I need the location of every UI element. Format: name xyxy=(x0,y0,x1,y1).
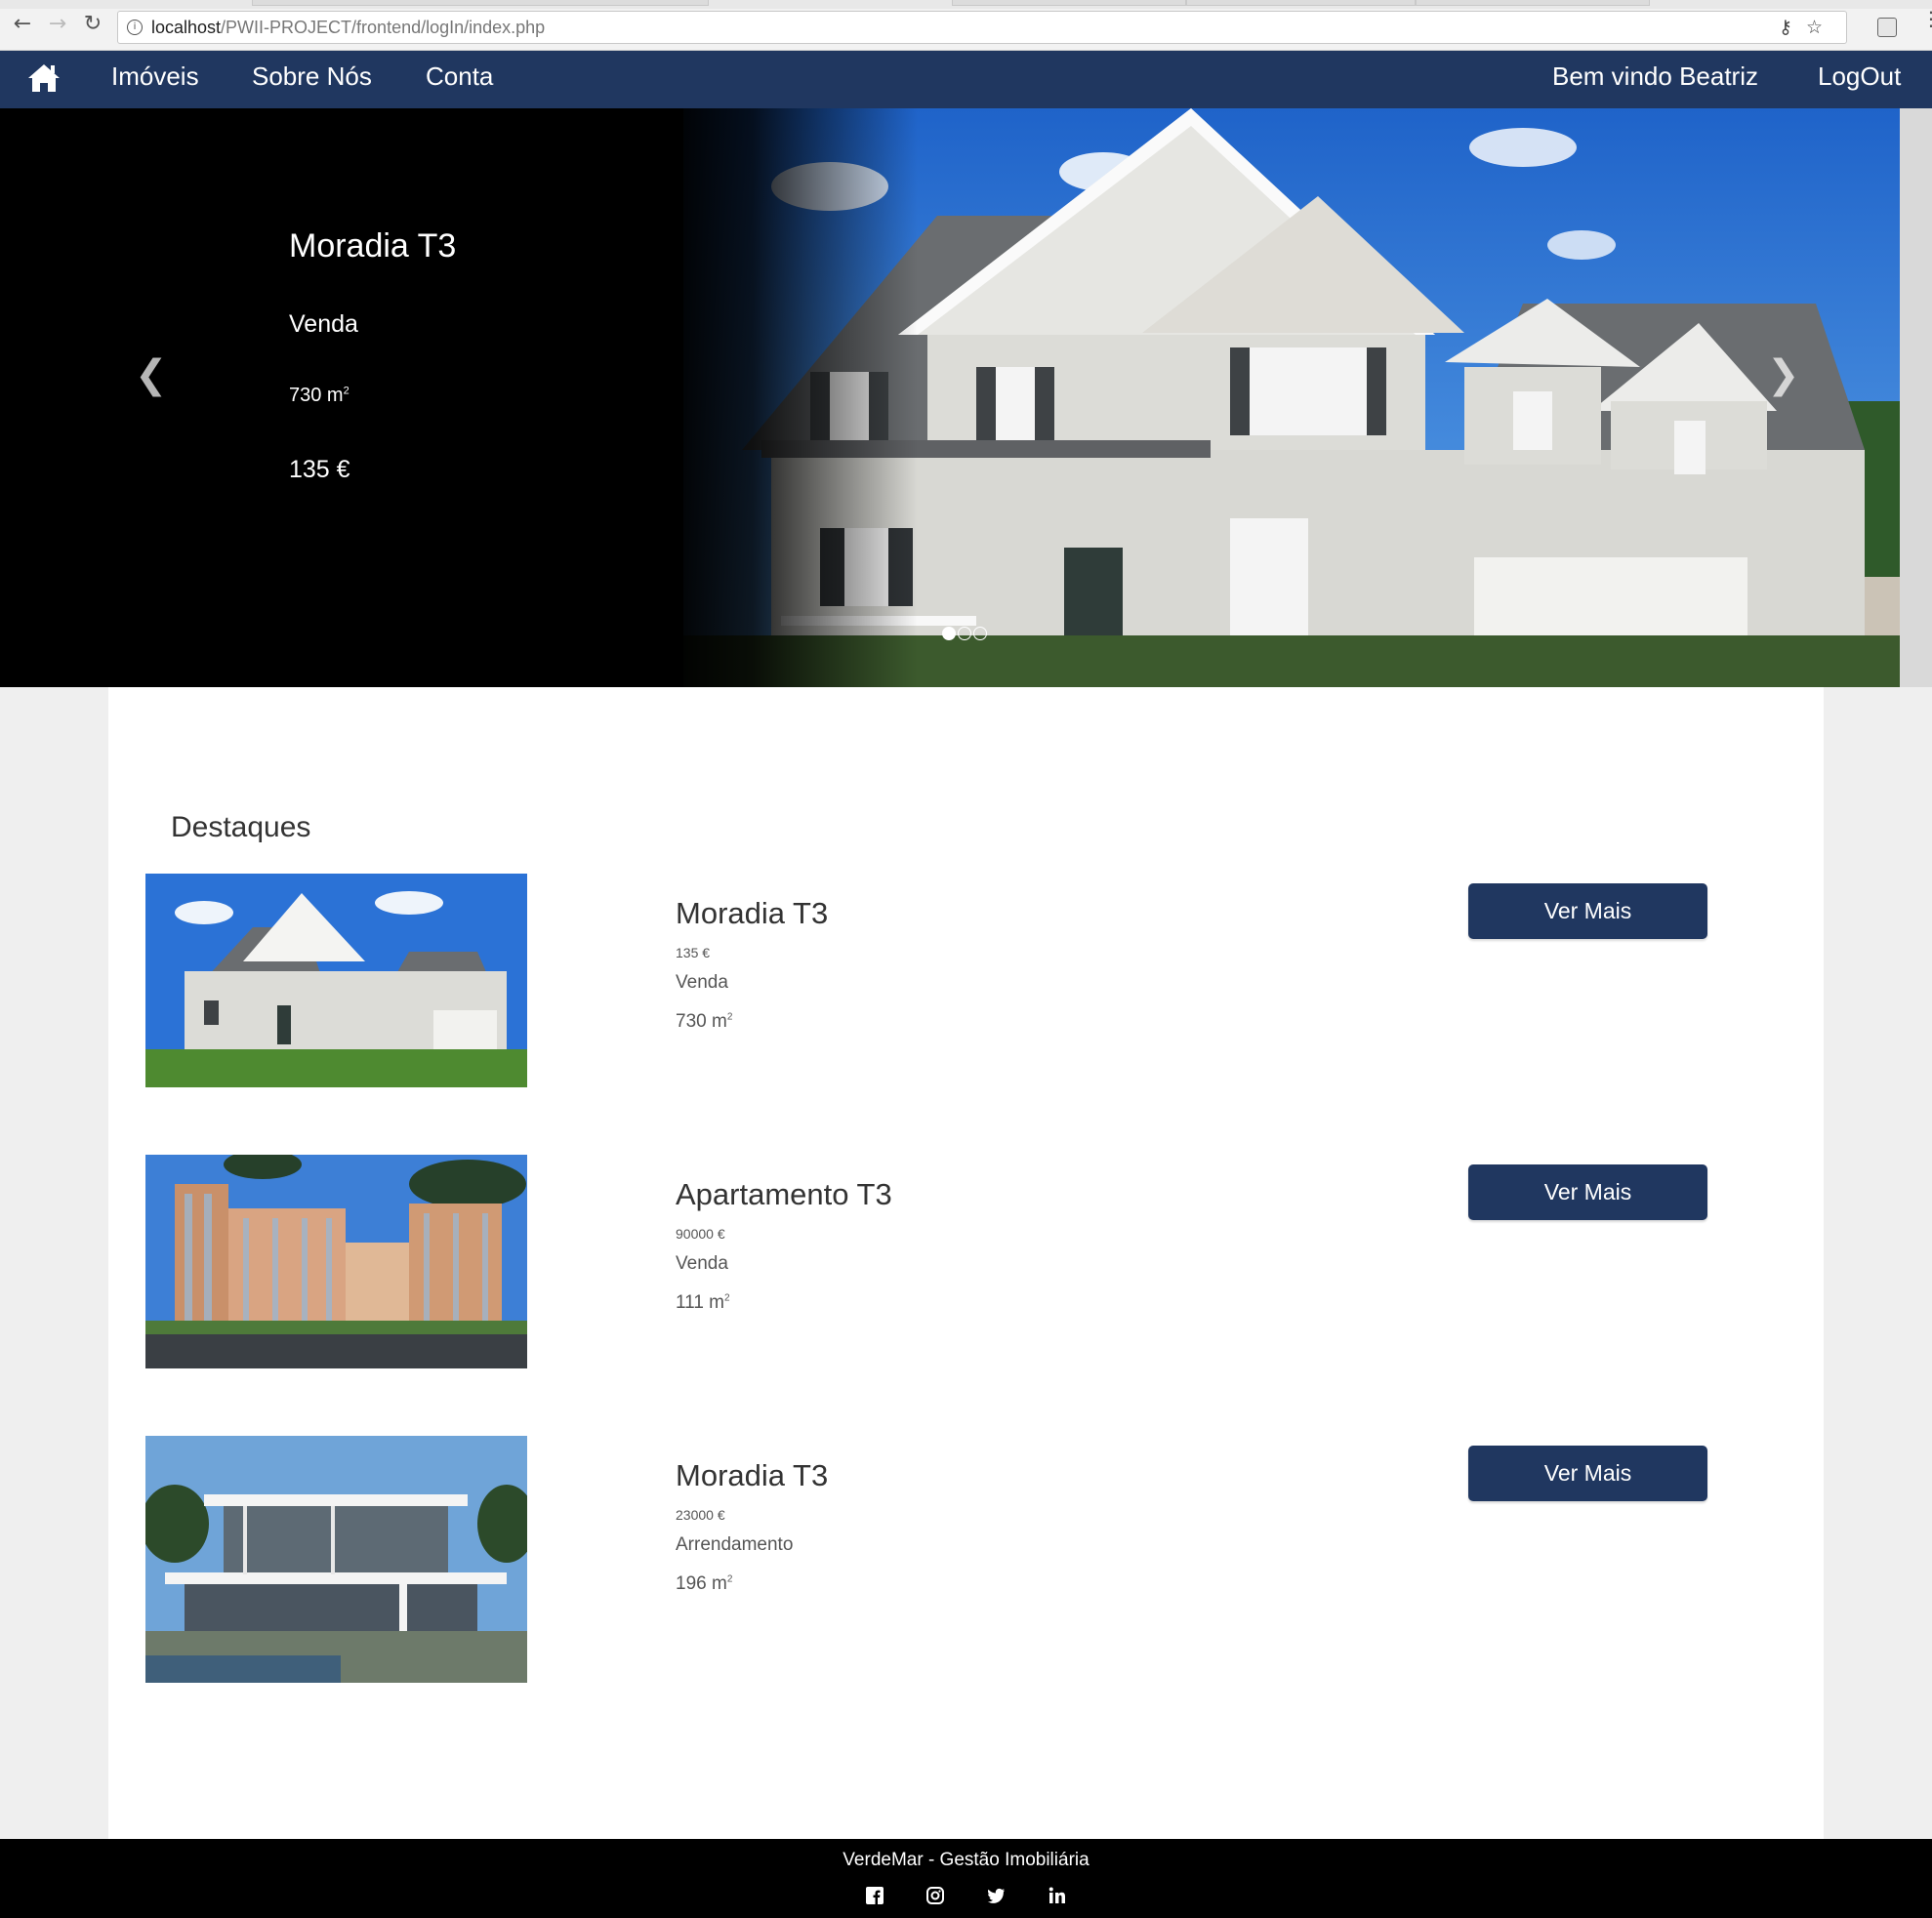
browser-tab[interactable] xyxy=(252,0,709,6)
browser-tab[interactable] xyxy=(952,0,1186,6)
listing-type: Venda xyxy=(676,1253,728,1274)
back-icon[interactable]: ← xyxy=(12,14,33,35)
browser-tab[interactable] xyxy=(1416,0,1650,6)
menu-icon[interactable]: ⋮ xyxy=(1921,9,1932,28)
scrollbar[interactable] xyxy=(1900,108,1932,687)
address-bar[interactable]: i localhost/PWII-PROJECT/frontend/logIn/… xyxy=(117,11,1847,44)
listing-area-value: 730 m xyxy=(676,1011,727,1032)
hero-area-value: 730 m xyxy=(289,385,344,406)
ver-mais-button[interactable]: Ver Mais xyxy=(1468,883,1707,939)
listing-price: 135 € xyxy=(676,945,711,960)
reload-icon[interactable]: ↻ xyxy=(82,14,103,35)
info-icon[interactable]: i xyxy=(127,20,143,35)
listing-area: 196 m2 xyxy=(676,1573,732,1595)
listing-area: 730 m2 xyxy=(676,1011,732,1033)
welcome-user[interactable]: Bem vindo Beatriz xyxy=(1552,61,1758,92)
listing-image[interactable] xyxy=(145,1436,527,1683)
twitter-icon[interactable] xyxy=(985,1887,1007,1908)
section-title: Destaques xyxy=(171,811,311,843)
star-icon[interactable]: ☆ xyxy=(1806,17,1836,38)
home-icon[interactable] xyxy=(26,62,62,94)
listing-title[interactable]: Moradia T3 xyxy=(676,1458,828,1493)
listing-title[interactable]: Apartamento T3 xyxy=(676,1177,892,1212)
carousel-indicator[interactable] xyxy=(942,627,956,640)
tab-strip xyxy=(0,0,1932,9)
hero-fade xyxy=(664,108,918,687)
listing-type: Venda xyxy=(676,972,728,993)
url-path: /PWII-PROJECT/frontend/logIn/index.php xyxy=(221,18,546,37)
nav-link-sobre-nos[interactable]: Sobre Nós xyxy=(252,61,372,92)
listing-area-sup: 2 xyxy=(724,1292,730,1304)
carousel-prev-icon[interactable]: ❮ xyxy=(135,352,168,397)
carousel-indicator[interactable] xyxy=(973,627,987,640)
hero-type: Venda xyxy=(289,310,358,338)
nav-link-imoveis[interactable]: Imóveis xyxy=(111,61,199,92)
listing-area-sup: 2 xyxy=(726,1011,733,1023)
linkedin-icon[interactable] xyxy=(1047,1887,1068,1908)
extension-icon[interactable] xyxy=(1877,18,1897,37)
nav-link-conta[interactable]: Conta xyxy=(426,61,493,92)
carousel-indicators xyxy=(942,627,989,645)
ver-mais-button[interactable]: Ver Mais xyxy=(1468,1164,1707,1220)
hero-carousel: Moradia T3 Venda 730 m2 135 € ❮ ❯ xyxy=(0,108,1900,687)
forward-icon[interactable]: → xyxy=(47,14,68,35)
key-icon[interactable]: ⚷ xyxy=(1779,17,1806,38)
listing-image[interactable] xyxy=(145,1155,527,1368)
browser-tab[interactable] xyxy=(1186,0,1416,6)
listing-type: Arrendamento xyxy=(676,1534,794,1555)
listing-price: 23000 € xyxy=(676,1507,725,1523)
listing-area-sup: 2 xyxy=(726,1573,733,1585)
footer: VerdeMar - Gestão Imobiliária xyxy=(0,1839,1932,1918)
carousel-indicator[interactable] xyxy=(958,627,971,640)
hero-price: 135 € xyxy=(289,456,350,483)
hero-area: 730 m2 xyxy=(289,385,349,407)
listing-area-value: 111 m xyxy=(676,1292,724,1313)
listing-title[interactable]: Moradia T3 xyxy=(676,896,828,931)
listing-image[interactable] xyxy=(145,874,527,1087)
footer-text: VerdeMar - Gestão Imobiliária xyxy=(843,1850,1089,1870)
listing-area-value: 196 m xyxy=(676,1573,727,1594)
hero-area-sup: 2 xyxy=(343,385,349,397)
address-bar-icons: ⚷☆ xyxy=(1779,17,1836,38)
url-host: localhost xyxy=(151,18,222,37)
carousel-next-icon[interactable]: ❯ xyxy=(1767,352,1800,397)
logout-link[interactable]: LogOut xyxy=(1818,61,1901,92)
url-text[interactable]: localhost/PWII-PROJECT/frontend/logIn/in… xyxy=(151,18,545,38)
instagram-icon[interactable] xyxy=(925,1887,946,1908)
browser-toolbar: ← → ↻ i localhost/PWII-PROJECT/frontend/… xyxy=(0,0,1932,51)
listing-area: 111 m2 xyxy=(676,1292,730,1314)
top-navbar: Imóveis Sobre Nós Conta Bem vindo Beatri… xyxy=(0,51,1932,108)
facebook-icon[interactable] xyxy=(864,1887,885,1908)
featured-section: Destaques Moradia T3 135 € Venda 730 m2 … xyxy=(108,687,1824,1839)
hero-title: Moradia T3 xyxy=(289,227,457,265)
listing-price: 90000 € xyxy=(676,1226,725,1242)
ver-mais-button[interactable]: Ver Mais xyxy=(1468,1446,1707,1501)
